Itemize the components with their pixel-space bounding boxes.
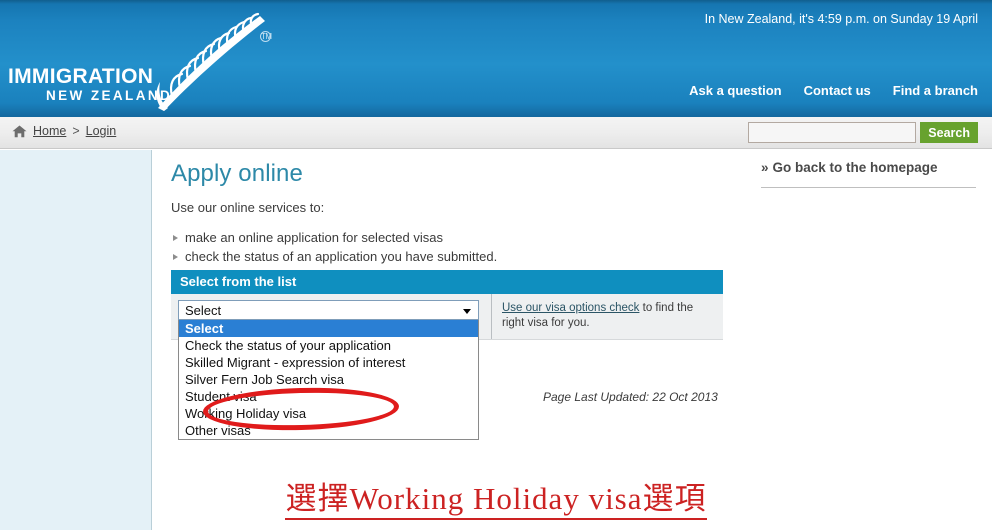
logo-line-2: NEW ZEALAND xyxy=(46,88,173,103)
breadcrumb-bar: Home > Login Search xyxy=(0,117,992,149)
go-back-homepage-label: Go back to the homepage xyxy=(772,160,938,175)
list-item: check the status of an application you h… xyxy=(171,247,751,266)
search-button[interactable]: Search xyxy=(920,122,978,143)
option-skilled-migrant[interactable]: Skilled Migrant - expression of interest xyxy=(179,354,478,371)
visa-options-help: Use our visa options check to find the r… xyxy=(491,294,723,339)
home-icon[interactable] xyxy=(12,125,27,138)
nav-ask-a-question[interactable]: Ask a question xyxy=(689,83,781,98)
visa-options-check-link[interactable]: Use our visa options check xyxy=(502,302,639,314)
right-column: » Go back to the homepage xyxy=(761,160,976,188)
panel-heading: Select from the list xyxy=(171,270,723,294)
nz-local-time: In New Zealand, it's 4:59 p.m. on Sunday… xyxy=(704,12,978,26)
last-updated-text: Page Last Updated: 22 Oct 2013 xyxy=(543,390,718,404)
divider xyxy=(761,187,976,188)
breadcrumb-home[interactable]: Home xyxy=(33,124,66,138)
option-student-visa[interactable]: Student visa xyxy=(179,388,478,405)
breadcrumb: Home > Login xyxy=(12,124,116,138)
page-root: TM IMMIGRATION NEW ZEALAND In New Zealan… xyxy=(0,0,992,530)
select-panel: Select from the list Select Select Check… xyxy=(171,270,723,440)
annotation-caption-text: 選擇Working Holiday visa選項 xyxy=(285,481,707,520)
option-silver-fern[interactable]: Silver Fern Job Search visa xyxy=(179,371,478,388)
main-column: Apply online Use our online services to:… xyxy=(171,160,751,266)
header-nav: Ask a question Contact us Find a branch xyxy=(689,83,978,98)
option-other-visas[interactable]: Other visas xyxy=(179,422,478,439)
logo-wordmark: IMMIGRATION NEW ZEALAND xyxy=(8,66,172,103)
double-chevron-icon: » xyxy=(761,160,769,175)
nav-find-a-branch[interactable]: Find a branch xyxy=(893,83,978,98)
intro-text: Use our online services to: xyxy=(171,200,325,215)
option-select[interactable]: Select xyxy=(179,320,478,337)
site-header: TM IMMIGRATION NEW ZEALAND In New Zealan… xyxy=(0,0,992,117)
go-back-homepage-link[interactable]: » Go back to the homepage xyxy=(761,160,976,175)
visa-type-select[interactable]: Select xyxy=(178,300,479,320)
logo-line-1: IMMIGRATION xyxy=(8,65,154,88)
annotation-caption: 選擇Working Holiday visa選項 xyxy=(0,473,992,520)
header-sheen xyxy=(0,0,992,4)
breadcrumb-login[interactable]: Login xyxy=(86,124,117,138)
panel-body: Select Select Check the status of your a… xyxy=(171,294,723,440)
trademark-icon: TM xyxy=(260,31,272,42)
services-list: make an online application for selected … xyxy=(171,228,751,266)
option-check-status[interactable]: Check the status of your application xyxy=(179,337,478,354)
visa-type-option-list[interactable]: Select Check the status of your applicat… xyxy=(178,320,479,440)
select-value: Select xyxy=(185,303,222,318)
search-area: Search xyxy=(748,122,978,143)
site-logo[interactable]: TM IMMIGRATION NEW ZEALAND xyxy=(8,12,288,111)
nav-contact-us[interactable]: Contact us xyxy=(804,83,871,98)
panel-left: Select Select Check the status of your a… xyxy=(171,294,491,440)
search-input[interactable] xyxy=(748,122,917,143)
list-item: make an online application for selected … xyxy=(171,228,751,247)
chevron-down-icon[interactable] xyxy=(463,309,471,314)
page-title: Apply online xyxy=(171,160,303,187)
breadcrumb-separator: > xyxy=(72,124,80,138)
option-working-holiday[interactable]: Working Holiday visa xyxy=(179,405,478,422)
